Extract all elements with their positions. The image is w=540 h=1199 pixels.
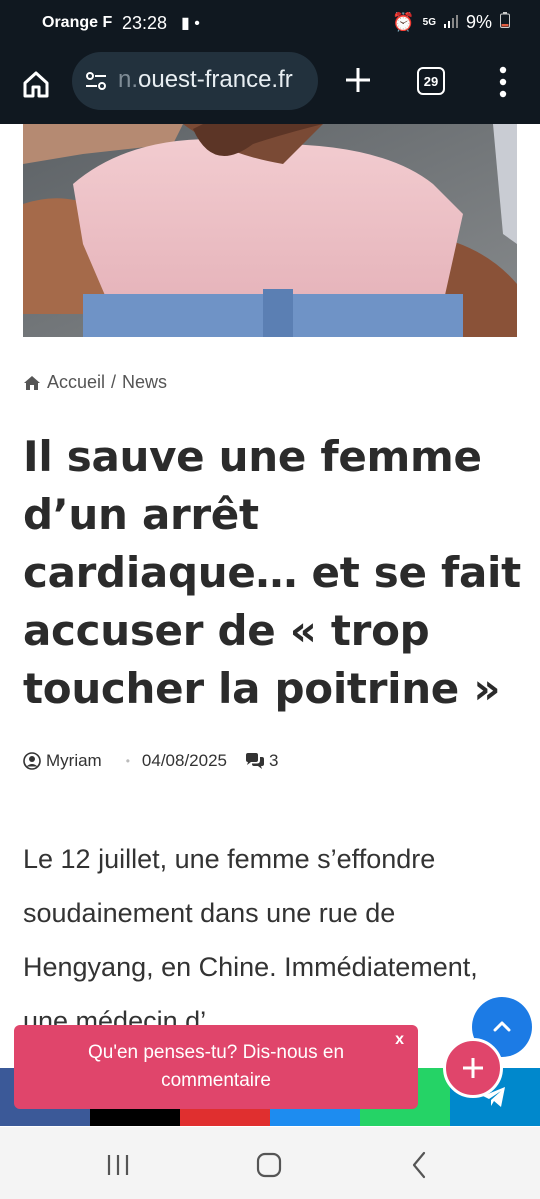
recent-apps-icon xyxy=(107,1155,129,1175)
chevron-left-icon xyxy=(412,1151,426,1179)
breadcrumb-home-link[interactable]: Accueil xyxy=(47,372,105,393)
toast-message: Qu'en penses-tu? Dis-nous en commentaire xyxy=(87,1042,345,1091)
comments-icon[interactable] xyxy=(245,753,265,769)
back-button[interactable] xyxy=(402,1147,438,1183)
system-nav-bar xyxy=(0,1127,540,1199)
alarm-icon: ⏰ xyxy=(392,12,415,32)
breadcrumb-separator: / xyxy=(111,372,117,392)
site-settings-icon[interactable] xyxy=(84,69,108,93)
status-bar: Orange F 23:28 ▮ • ⏰ 5G 9% xyxy=(0,0,540,48)
network-icon: 5G xyxy=(422,17,436,28)
article-title: Il sauve une femme d’un arrêt cardiaque…… xyxy=(23,432,521,713)
carrier-name: Orange F xyxy=(42,14,113,31)
more-menu-button[interactable] xyxy=(488,60,518,104)
comment-count[interactable]: 3 xyxy=(269,751,278,771)
status-icons: ⏰ 5G 9% xyxy=(392,12,510,33)
article-body: Le 12 juillet, une femme s’effondre soud… xyxy=(23,844,478,1036)
meta-separator: • xyxy=(125,754,130,768)
toast-close-button[interactable]: x xyxy=(395,1031,404,1049)
signal-icon xyxy=(443,12,458,33)
home-nav-button[interactable] xyxy=(251,1147,287,1183)
home-button[interactable] xyxy=(14,62,58,106)
recent-apps-button[interactable] xyxy=(100,1147,136,1183)
new-tab-button[interactable] xyxy=(336,58,380,102)
address-bar[interactable]: n.ouest-france.fr xyxy=(72,52,318,110)
notification-icons: ▮ • xyxy=(181,15,200,32)
tab-switcher-button[interactable]: 29 xyxy=(417,67,445,95)
chevron-up-icon xyxy=(493,1021,511,1032)
comment-prompt-toast[interactable]: Qu'en penses-tu? Dis-nous en commentaire… xyxy=(14,1025,418,1109)
author-link[interactable]: Myriam xyxy=(46,751,102,771)
clock: 23:28 xyxy=(122,13,168,33)
breadcrumb: Accueil / News xyxy=(23,372,167,393)
home-icon xyxy=(23,71,49,98)
browser-toolbar: n.ouest-france.fr 29 xyxy=(0,48,540,124)
url-text: n.ouest-france.fr xyxy=(118,66,293,93)
publish-date: 04/08/2025 xyxy=(141,751,228,770)
add-comment-button[interactable] xyxy=(443,1038,503,1098)
plus-icon xyxy=(346,68,370,92)
article-hero-image xyxy=(23,124,517,337)
breadcrumb-section-link[interactable]: News xyxy=(122,372,167,393)
home-circle-icon xyxy=(256,1152,282,1178)
battery-level: 9% xyxy=(465,12,492,32)
user-icon xyxy=(23,752,41,770)
battery-icon xyxy=(500,12,510,33)
plus-icon xyxy=(463,1058,483,1078)
home-icon xyxy=(24,375,40,390)
more-vert-icon xyxy=(499,66,507,98)
article-meta: Myriam • 04/08/2025 3 xyxy=(23,751,278,771)
